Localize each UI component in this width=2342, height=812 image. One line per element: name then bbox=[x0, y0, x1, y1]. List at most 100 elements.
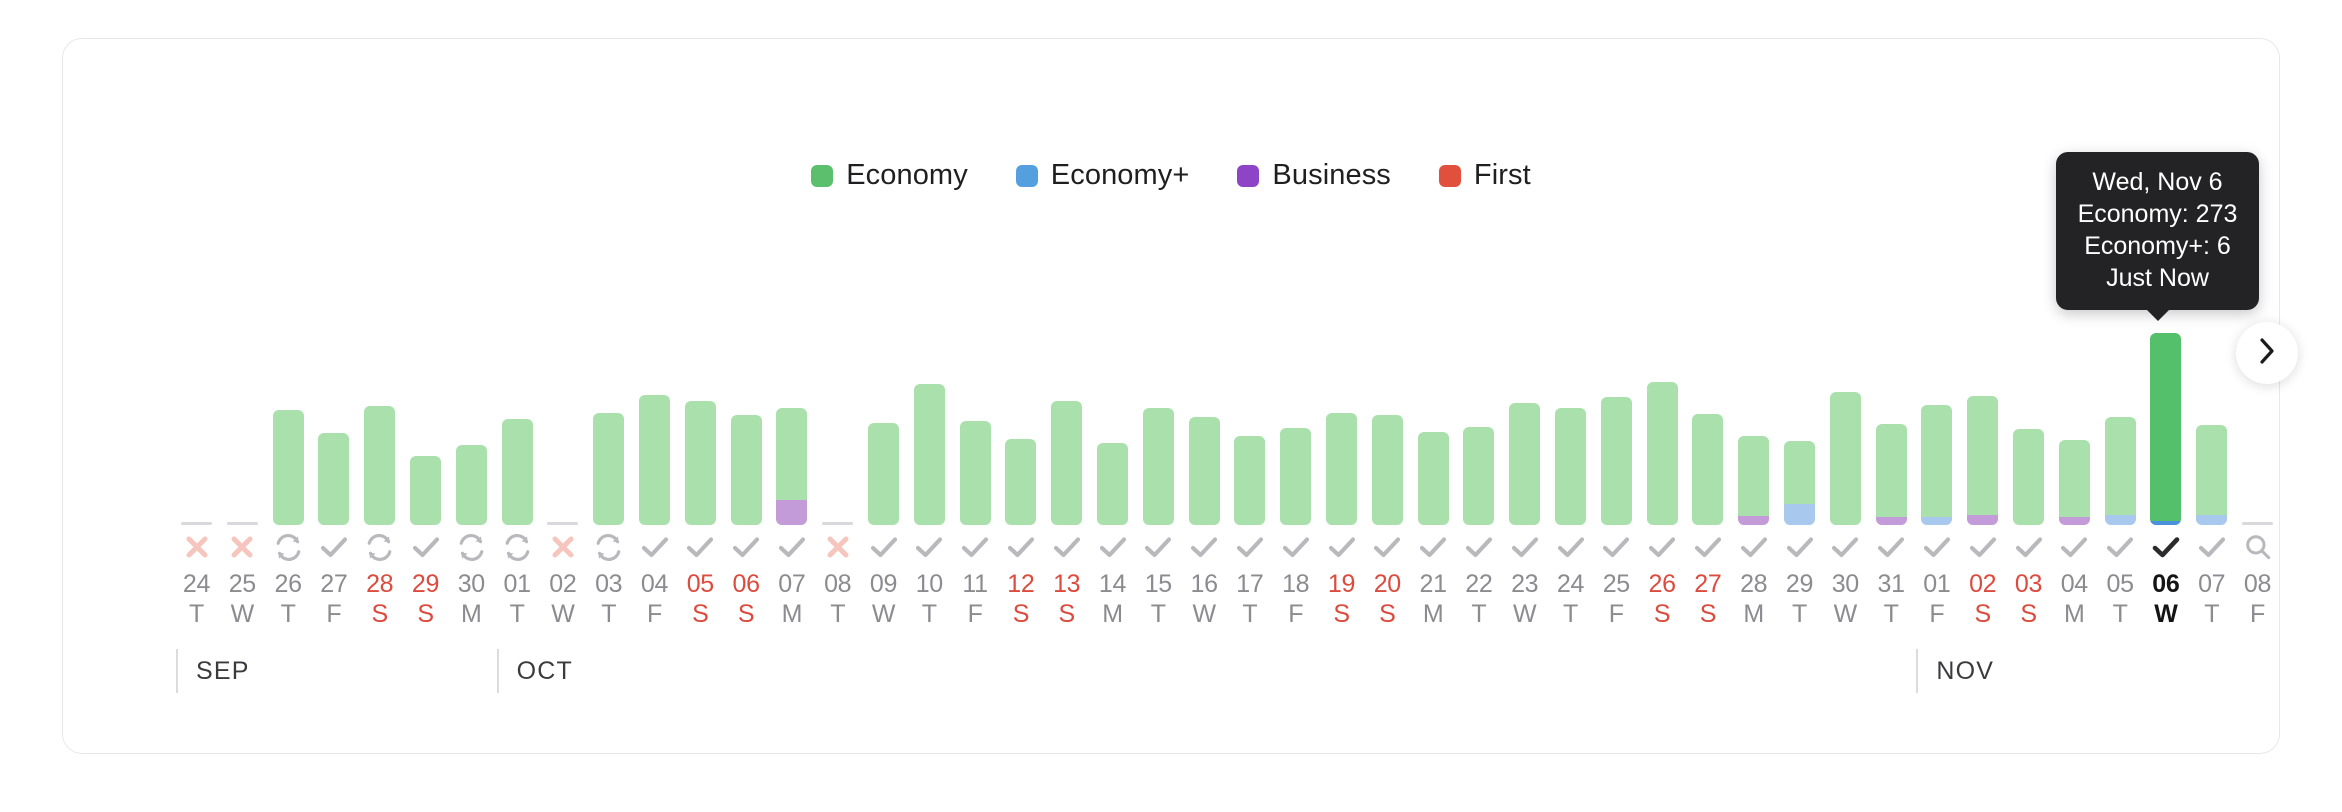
bar-column[interactable] bbox=[1005, 439, 1037, 525]
date-axis-column[interactable]: 01 F bbox=[1921, 531, 1952, 629]
bar-column[interactable] bbox=[1326, 413, 1357, 525]
bar-column[interactable] bbox=[410, 456, 441, 525]
bar-column[interactable] bbox=[593, 413, 625, 525]
date-axis-column[interactable]: 19 S bbox=[1326, 531, 1357, 629]
bar-empty[interactable] bbox=[181, 522, 212, 525]
bar-column[interactable] bbox=[455, 445, 487, 525]
legend-item-first[interactable]: First bbox=[1438, 161, 1531, 190]
bar-column[interactable] bbox=[1188, 417, 1220, 525]
bar-column[interactable] bbox=[1371, 415, 1403, 525]
date-axis-column[interactable]: 25 F bbox=[1601, 531, 1632, 629]
bar-column[interactable] bbox=[1738, 435, 1770, 525]
check-icon bbox=[1281, 531, 1311, 563]
date-axis-column[interactable]: 05 S bbox=[685, 531, 716, 629]
next-page-button[interactable] bbox=[2236, 322, 2298, 384]
bar-column[interactable] bbox=[639, 394, 670, 525]
bar-column[interactable] bbox=[1646, 382, 1678, 525]
date-axis-column[interactable]: 14 M bbox=[1097, 531, 1128, 629]
bar-column[interactable] bbox=[2196, 424, 2228, 525]
date-axis-column[interactable]: 25 W bbox=[227, 531, 258, 629]
bar-column[interactable] bbox=[1921, 404, 1953, 525]
bar-column[interactable] bbox=[501, 418, 533, 525]
date-axis-column[interactable]: 03 S bbox=[2013, 531, 2044, 629]
date-axis-column[interactable]: 11 F bbox=[960, 531, 991, 629]
bar-column[interactable] bbox=[318, 433, 350, 525]
date-axis-column[interactable]: 23 W bbox=[1509, 531, 1540, 629]
date-axis-column[interactable]: 09 W bbox=[868, 531, 899, 629]
date-axis-column[interactable]: 15 T bbox=[1143, 531, 1174, 629]
legend-item-economy-plus[interactable]: Economy+ bbox=[1015, 161, 1190, 190]
date-axis-column[interactable]: 02 W bbox=[547, 531, 578, 629]
search-icon[interactable] bbox=[2243, 531, 2273, 563]
date-axis-column[interactable]: 07 T bbox=[2196, 531, 2227, 629]
bar-column[interactable] bbox=[1784, 441, 1815, 525]
bar-column[interactable] bbox=[776, 408, 808, 525]
bar-column[interactable] bbox=[1234, 435, 1266, 525]
date-axis-column[interactable]: 12 S bbox=[1005, 531, 1036, 629]
bar-column[interactable] bbox=[1097, 442, 1128, 525]
date-axis-column[interactable]: 07 M bbox=[776, 531, 807, 629]
legend-item-business[interactable]: Business bbox=[1237, 161, 1391, 190]
bar-column[interactable] bbox=[272, 409, 304, 525]
bar-column[interactable] bbox=[2150, 333, 2182, 525]
bar-column[interactable] bbox=[1280, 427, 1312, 525]
date-axis-column[interactable]: 31 T bbox=[1876, 531, 1907, 629]
date-axis-column[interactable]: 04 M bbox=[2059, 531, 2090, 629]
date-axis-column[interactable]: 24 T bbox=[1555, 531, 1586, 629]
date-axis-column[interactable]: 16 W bbox=[1189, 531, 1220, 629]
date-axis-column[interactable]: 04 F bbox=[639, 531, 670, 629]
bar-column[interactable] bbox=[2058, 439, 2090, 525]
bar-column[interactable] bbox=[1967, 395, 1999, 525]
bar-column[interactable] bbox=[959, 420, 991, 525]
bar-column[interactable] bbox=[684, 401, 716, 525]
date-axis-column[interactable]: 06 W bbox=[2150, 531, 2181, 629]
bar-column[interactable] bbox=[1417, 432, 1449, 525]
bar-column[interactable] bbox=[1509, 402, 1541, 525]
date-axis-column[interactable]: 27 S bbox=[1692, 531, 1723, 629]
bar-column[interactable] bbox=[1600, 396, 1632, 525]
date-axis-column[interactable]: 26 S bbox=[1647, 531, 1678, 629]
date-axis-column[interactable]: 30 W bbox=[1830, 531, 1861, 629]
bar-column[interactable] bbox=[1463, 426, 1495, 525]
date-axis-column[interactable]: 26 T bbox=[273, 531, 304, 629]
bar-empty[interactable] bbox=[226, 522, 258, 525]
date-axis-column[interactable]: 29 S bbox=[410, 531, 441, 629]
legend-item-economy[interactable]: Economy bbox=[811, 161, 968, 190]
date-axis-column[interactable]: 10 T bbox=[914, 531, 945, 629]
bar-empty[interactable] bbox=[547, 522, 579, 525]
date-axis-column[interactable]: 28 S bbox=[364, 531, 395, 629]
bar-column[interactable] bbox=[1829, 392, 1861, 525]
bar-empty[interactable] bbox=[2242, 522, 2273, 525]
check-icon bbox=[1189, 531, 1219, 563]
date-axis-column[interactable]: 22 T bbox=[1463, 531, 1494, 629]
bar-column[interactable] bbox=[1051, 401, 1083, 525]
bar-column[interactable] bbox=[913, 384, 945, 525]
date-axis-column[interactable]: 03 T bbox=[593, 531, 624, 629]
bar-column[interactable] bbox=[1142, 408, 1174, 525]
date-axis-column[interactable]: 17 T bbox=[1234, 531, 1265, 629]
date-axis-column[interactable]: 28 M bbox=[1738, 531, 1769, 629]
bar-column[interactable] bbox=[1555, 408, 1586, 525]
date-axis-column[interactable]: 20 S bbox=[1372, 531, 1403, 629]
date-axis-column[interactable]: 27 F bbox=[318, 531, 349, 629]
bar-column[interactable] bbox=[1692, 413, 1724, 525]
date-axis-column[interactable]: 01 T bbox=[502, 531, 533, 629]
date-axis-column[interactable]: 13 S bbox=[1051, 531, 1082, 629]
date-axis-column[interactable]: 24 T bbox=[181, 531, 212, 629]
date-axis-column[interactable]: 08 T bbox=[822, 531, 853, 629]
date-axis-column[interactable]: 02 S bbox=[1967, 531, 1998, 629]
date-axis-column[interactable]: 29 T bbox=[1784, 531, 1815, 629]
date-axis-column[interactable]: 21 M bbox=[1418, 531, 1449, 629]
bar-column[interactable] bbox=[1875, 424, 1907, 525]
bar-column[interactable] bbox=[868, 423, 899, 525]
bar-column[interactable] bbox=[2013, 428, 2044, 525]
date-axis-column[interactable]: 06 S bbox=[731, 531, 762, 629]
date-axis-column[interactable]: 08 F bbox=[2242, 531, 2273, 629]
bar-column[interactable] bbox=[364, 405, 396, 525]
bar-empty[interactable] bbox=[822, 522, 854, 525]
date-axis-column[interactable]: 05 T bbox=[2105, 531, 2136, 629]
bar-column[interactable] bbox=[730, 415, 762, 525]
date-axis-column[interactable]: 30 M bbox=[456, 531, 487, 629]
date-axis-column[interactable]: 18 F bbox=[1280, 531, 1311, 629]
bar-column[interactable] bbox=[2104, 417, 2136, 525]
